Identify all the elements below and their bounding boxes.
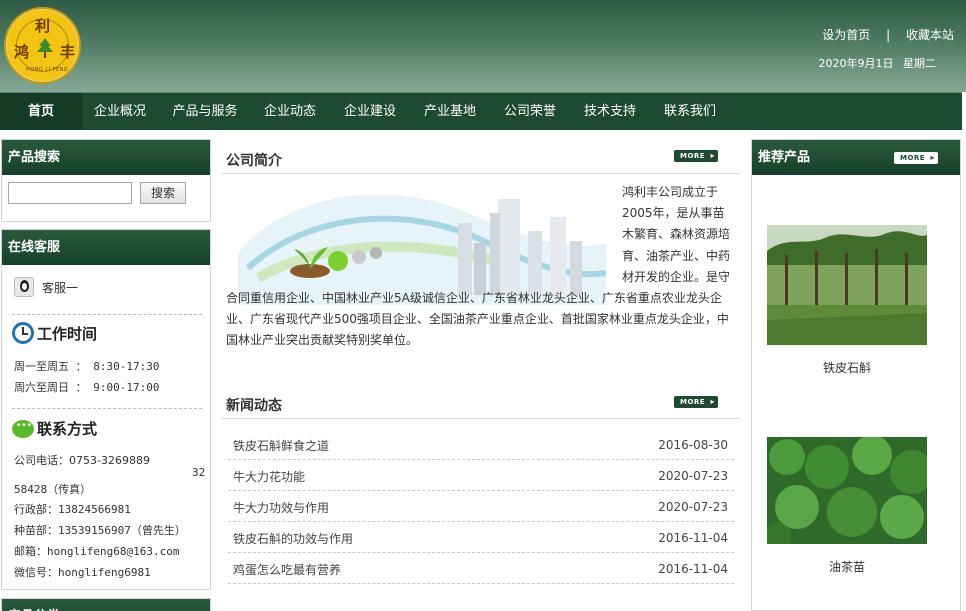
qq-icon — [14, 277, 34, 297]
product-name[interactable]: 铁皮石斛 — [767, 359, 927, 376]
contact-title: 联系方式 — [37, 420, 98, 438]
qq-service-label: 客服一 — [42, 280, 79, 295]
intro-section-header: 公司简介 MORE — [222, 140, 740, 174]
nav-item-overview[interactable]: 企业概况 — [83, 93, 157, 130]
logo-subtitle: HONG LI FENG — [26, 67, 69, 73]
nav-item-contact[interactable]: 联系我们 — [653, 93, 727, 130]
product-card[interactable]: 油茶苗 — [763, 435, 934, 575]
phone-overflow: 32 — [192, 466, 206, 479]
news-item-title[interactable]: 鸡蛋怎么吃最有营养 — [233, 561, 341, 578]
news-row[interactable]: 鸡蛋怎么吃最有营养 2016-11-04 — [228, 553, 734, 584]
site-header: 利 鸿 丰 HONG LI FENG 设为首页 | 收藏本站 2020年9月1日… — [0, 0, 966, 92]
news-item-date: 2020-07-23 — [658, 469, 728, 483]
hours-weekend: 周六至周日 ： 9:00-17:00 — [14, 381, 160, 394]
fax-number: 58428（传真） — [14, 483, 92, 496]
news-more-button[interactable]: MORE — [674, 396, 718, 408]
clock-icon — [12, 322, 34, 344]
category-panel: 产品分类 — [1, 598, 211, 611]
work-hours-title: 工作时间 — [37, 324, 98, 343]
product-image[interactable] — [767, 225, 927, 345]
email-address: 邮箱：honglifeng68@163.com — [14, 545, 180, 558]
phone-label: 公司电话： — [14, 454, 69, 467]
admin-phone: 行政部：13824566981 — [14, 503, 131, 516]
service-panel-title: 在线客服 — [2, 230, 210, 265]
current-date: 2020年9月1日 — [818, 57, 894, 70]
news-item-title[interactable]: 牛大力花功能 — [233, 468, 305, 485]
phone-value: 0753-3269889 — [69, 454, 150, 467]
divider — [12, 314, 202, 315]
product-card[interactable]: 铁皮石斛 — [767, 225, 927, 376]
work-hours-heading: 工作时间 — [12, 322, 97, 344]
news-section-header: 新闻动态 MORE — [222, 385, 740, 419]
nav-item-honors[interactable]: 公司荣誉 — [493, 93, 567, 130]
contact-heading: 联系方式 — [12, 418, 97, 439]
news-item-date: 2016-11-04 — [658, 562, 728, 576]
nav-item-support[interactable]: 技术支持 — [573, 93, 647, 130]
news-item-date: 2016-11-04 — [658, 531, 728, 545]
set-homepage-link[interactable]: 设为首页 — [822, 26, 870, 43]
nav-item-construction[interactable]: 企业建设 — [333, 93, 407, 130]
category-panel-title: 产品分类 — [2, 599, 210, 611]
news-title: 新闻动态 — [226, 398, 282, 414]
wechat-id: 微信号：honglifeng6981 — [14, 566, 151, 579]
search-panel: 产品搜索 搜索 — [1, 139, 211, 222]
news-row[interactable]: 牛大力功效与作用 2020-07-23 — [228, 491, 734, 522]
company-phone: 公司电话：0753-3269889 — [14, 452, 150, 468]
logo-char-hong: 鸿 — [14, 43, 30, 61]
recommended-more-button[interactable]: MORE — [894, 152, 938, 164]
news-item-date: 2020-07-23 — [658, 500, 728, 514]
search-button[interactable]: 搜索 — [140, 182, 186, 204]
news-row[interactable]: 铁皮石斛鲜食之道 2016-08-30 — [228, 429, 734, 460]
news-item-title[interactable]: 铁皮石斛的功效与作用 — [233, 530, 353, 547]
service-panel: 在线客服 客服一 工作时间 周一至周五 ： 8:30-17:30 周六至周日 ：… — [1, 229, 211, 590]
nav-item-home[interactable]: 首页 — [0, 93, 82, 130]
main-nav: 首页 企业概况 产品与服务 企业动态 企业建设 产业基地 公司荣誉 技术支持 联… — [0, 92, 962, 130]
divider — [12, 408, 202, 409]
logo-tree-icon — [37, 38, 53, 58]
logo-char-feng: 丰 — [60, 43, 76, 61]
chat-icon — [12, 419, 34, 438]
date-display: 2020年9月1日 星期二 — [819, 55, 937, 71]
intro-paragraph: 鸿利丰公司成立于2005年，是从事苗木繁育、森林资源培育、油茶产业、中药材开发的… — [226, 182, 732, 352]
bookmark-link[interactable]: 收藏本站 — [906, 26, 954, 43]
hours-weekday: 周一至周五 ： 8:30-17:30 — [14, 360, 160, 373]
top-links: 设为首页 | 收藏本站 — [822, 26, 954, 43]
news-row[interactable]: 铁皮石斛的功效与作用 2016-11-04 — [228, 522, 734, 553]
company-logo[interactable]: 利 鸿 丰 HONG LI FENG — [4, 7, 81, 84]
logo-char-li: 利 — [35, 17, 51, 35]
intro-image-spacer — [226, 182, 622, 286]
search-input[interactable] — [8, 182, 132, 204]
link-separator: | — [886, 28, 891, 42]
intro-more-button[interactable]: MORE — [674, 150, 718, 162]
news-item-title[interactable]: 牛大力功效与作用 — [233, 499, 329, 516]
current-weekday: 星期二 — [903, 57, 936, 70]
nav-item-base[interactable]: 产业基地 — [413, 93, 487, 130]
nav-item-news[interactable]: 企业动态 — [253, 93, 327, 130]
news-item-title[interactable]: 铁皮石斛鲜食之道 — [233, 437, 329, 454]
search-panel-title: 产品搜索 — [2, 140, 210, 175]
product-image[interactable] — [763, 435, 934, 551]
qq-service-link[interactable]: 客服一 — [14, 277, 78, 297]
news-row[interactable]: 牛大力花功能 2020-07-23 — [228, 460, 734, 491]
news-item-date: 2016-08-30 — [658, 438, 728, 452]
product-name[interactable]: 油茶苗 — [767, 558, 927, 575]
seed-phone: 种苗部：13539156907（曾先生） — [14, 524, 186, 537]
nav-item-products-services[interactable]: 产品与服务 — [160, 93, 250, 130]
intro-title: 公司简介 — [226, 153, 282, 169]
